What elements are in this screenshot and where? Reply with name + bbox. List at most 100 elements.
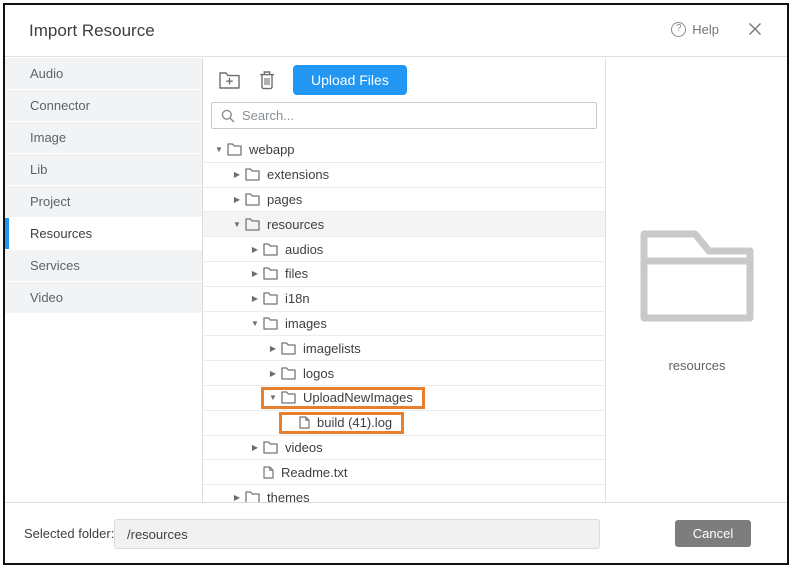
chevron-right-icon[interactable]: ▶	[229, 170, 245, 179]
tree-item-label: images	[285, 316, 327, 331]
tree-row-content: ▼webapp	[211, 142, 295, 157]
folder-icon	[263, 317, 278, 330]
sidebar-item-connector[interactable]: Connector	[5, 90, 202, 121]
selected-folder-input[interactable]	[114, 519, 600, 549]
tree-item-label: UploadNewImages	[303, 390, 413, 405]
tree-row-pages[interactable]: ▶ pages	[203, 188, 605, 213]
tree-item-label: pages	[267, 192, 302, 207]
tree-row-logos[interactable]: ▶logos	[203, 361, 605, 386]
chevron-right-icon[interactable]: ▶	[247, 245, 263, 254]
sidebar-item-lib[interactable]: Lib	[5, 154, 202, 185]
sidebar-item-label: Image	[30, 130, 66, 145]
close-icon[interactable]	[747, 21, 763, 37]
tree-row-i18n[interactable]: ▶ i18n	[203, 287, 605, 312]
chevron-right-icon[interactable]: ▶	[229, 195, 245, 204]
sidebar-item-label: Audio	[30, 66, 63, 81]
highlight-box: build (41).log	[279, 412, 404, 434]
tree-item-label: Readme.txt	[281, 465, 347, 480]
tree-row-readme-txt[interactable]: Readme.txt	[203, 460, 605, 485]
upload-files-button[interactable]: Upload Files	[293, 65, 407, 95]
tree-item-label: resources	[267, 217, 324, 232]
sidebar-item-video[interactable]: Video	[5, 282, 202, 313]
search-input[interactable]	[242, 108, 596, 123]
tree-item-label: extensions	[267, 167, 329, 182]
folder-icon	[245, 193, 260, 206]
tree-row-content: ▼ images	[247, 316, 327, 331]
tree-row-content: ▶ imagelists	[265, 341, 361, 356]
cancel-button[interactable]: Cancel	[675, 520, 751, 547]
sidebar-item-audio[interactable]: Audio	[5, 58, 202, 89]
sidebar-item-label: Lib	[30, 162, 47, 177]
tree-item-label: i18n	[285, 291, 310, 306]
folder-icon	[263, 243, 278, 256]
folder-icon	[263, 292, 278, 305]
chevron-right-icon[interactable]: ▶	[265, 344, 281, 353]
chevron-right-icon[interactable]: ▶	[247, 269, 263, 278]
tree-row-themes[interactable]: ▶themes	[203, 485, 605, 502]
delete-button[interactable]	[255, 68, 279, 92]
folder-icon	[281, 367, 296, 380]
tree-row-images[interactable]: ▼ images	[203, 312, 605, 337]
folder-icon	[263, 441, 278, 454]
sidebar-item-resources[interactable]: Resources	[5, 218, 202, 249]
chevron-down-icon[interactable]: ▼	[229, 220, 245, 229]
chevron-down-icon[interactable]: ▼	[247, 319, 263, 328]
highlight-box: ▼ UploadNewImages	[261, 387, 425, 409]
tree-row-content: ▶themes	[229, 490, 310, 502]
file-icon	[299, 416, 310, 429]
chevron-down-icon[interactable]: ▼	[265, 393, 281, 402]
folder-icon	[281, 391, 296, 404]
folder-preview-icon	[639, 230, 755, 327]
tree-row-webapp[interactable]: ▼webapp	[203, 138, 605, 163]
tree-row-imagelists[interactable]: ▶ imagelists	[203, 336, 605, 361]
search-icon	[221, 109, 235, 123]
folder-icon	[263, 441, 278, 454]
tree-row-content: ▶videos	[247, 440, 323, 455]
tree-row-extensions[interactable]: ▶ extensions	[203, 163, 605, 188]
preview-panel: resources	[607, 58, 787, 502]
tree-row-videos[interactable]: ▶videos	[203, 436, 605, 461]
new-folder-button[interactable]	[217, 68, 241, 92]
chevron-right-icon[interactable]: ▶	[229, 493, 245, 502]
new-folder-icon	[219, 72, 240, 89]
tree-row-content: ▶ extensions	[229, 167, 329, 182]
chevron-right-icon[interactable]: ▶	[247, 443, 263, 452]
folder-icon	[263, 292, 278, 305]
folder-icon	[245, 218, 260, 231]
tree-row-resources[interactable]: ▼ resources	[203, 212, 605, 237]
folder-icon	[263, 243, 278, 256]
tree-row-content: ▶ pages	[229, 192, 302, 207]
tree-row-files[interactable]: ▶ files	[203, 262, 605, 287]
chevron-right-icon[interactable]: ▶	[265, 369, 281, 378]
sidebar-item-label: Resources	[30, 226, 92, 241]
help-button[interactable]: ? Help	[671, 22, 719, 37]
dialog-title: Import Resource	[29, 21, 155, 41]
sidebar-item-label: Video	[30, 290, 63, 305]
search-box	[211, 102, 597, 129]
tree-row-content: ▶audios	[247, 242, 323, 257]
tree-item-label: imagelists	[303, 341, 361, 356]
tree-row-content: ▶logos	[265, 366, 334, 381]
file-icon	[263, 466, 274, 479]
tree-row-content: ▼ resources	[229, 217, 324, 232]
file-icon	[299, 416, 310, 429]
file-icon	[263, 466, 274, 479]
tree-item-label: files	[285, 266, 308, 281]
sidebar-item-label: Connector	[30, 98, 90, 113]
toolbar: Upload Files	[217, 65, 407, 95]
chevron-down-icon[interactable]: ▼	[211, 145, 227, 154]
tree-row-build-41-log[interactable]: build (41).log	[203, 411, 605, 436]
tree-row-uploadnewimages[interactable]: ▼ UploadNewImages	[203, 386, 605, 411]
sidebar-item-project[interactable]: Project	[5, 186, 202, 217]
dialog-header: Import Resource ? Help	[5, 5, 787, 57]
main-panel: Upload Files ▼webapp ▶ extensions ▶ pages ▼ re…	[203, 58, 606, 502]
tree-row-content: ▶ files	[247, 266, 308, 281]
sidebar-item-label: Services	[30, 258, 80, 273]
sidebar-item-services[interactable]: Services	[5, 250, 202, 281]
trash-icon	[259, 71, 275, 90]
chevron-right-icon[interactable]: ▶	[247, 294, 263, 303]
tree-row-content: ▶ i18n	[247, 291, 310, 306]
tree-row-audios[interactable]: ▶audios	[203, 237, 605, 262]
dialog-footer: Selected folder: Cancel	[5, 502, 787, 563]
sidebar-item-image[interactable]: Image	[5, 122, 202, 153]
